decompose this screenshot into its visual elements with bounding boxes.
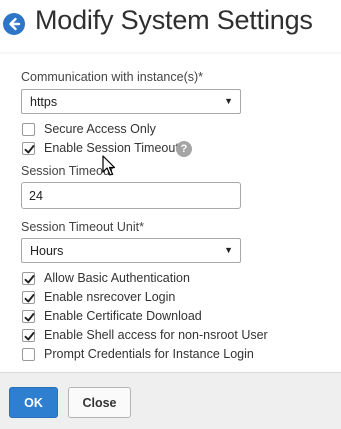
prompt-credentials-checkbox[interactable]	[22, 348, 35, 361]
secure-access-only-checkbox[interactable]	[22, 123, 35, 136]
dropdown-arrow-icon: ▼	[224, 96, 233, 106]
header-divider	[0, 52, 341, 55]
prompt-credentials-label: Prompt Credentials for Instance Login	[44, 347, 254, 361]
mouse-cursor-icon	[102, 155, 116, 176]
page-title: Modify System Settings	[35, 5, 313, 35]
session-timeout-label: Session Timeout	[21, 164, 114, 178]
enable-nsrecover-checkbox[interactable]	[22, 291, 35, 304]
communication-select[interactable]: https ▼	[21, 89, 241, 114]
back-arrow-icon[interactable]	[3, 13, 25, 35]
checkmark-icon	[24, 294, 35, 303]
session-timeout-unit-label: Session Timeout Unit*	[21, 220, 144, 234]
ok-button[interactable]: OK	[9, 387, 58, 418]
checkmark-icon	[24, 332, 35, 341]
enable-session-timeout-label: Enable Session Timeout	[44, 141, 179, 155]
checkmark-icon	[24, 145, 35, 154]
session-timeout-unit-select[interactable]: Hours ▼	[21, 238, 241, 263]
enable-shell-access-label: Enable Shell access for non-nsroot User	[44, 328, 268, 342]
secure-access-only-label: Secure Access Only	[44, 122, 156, 136]
enable-nsrecover-label: Enable nsrecover Login	[44, 290, 176, 304]
enable-cert-download-checkbox[interactable]	[22, 310, 35, 323]
dialog-footer: OK Close	[0, 372, 341, 429]
checkmark-icon	[24, 313, 35, 322]
session-timeout-unit-value: Hours	[30, 244, 64, 258]
checkmark-icon	[24, 275, 35, 284]
allow-basic-auth-checkbox[interactable]	[22, 272, 35, 285]
close-button[interactable]: Close	[68, 387, 131, 418]
allow-basic-auth-label: Allow Basic Authentication	[44, 271, 190, 285]
communication-select-value: https	[30, 95, 58, 109]
enable-session-timeout-checkbox[interactable]	[22, 142, 35, 155]
dialog-header: Modify System Settings	[0, 0, 341, 50]
help-icon[interactable]: ?	[176, 141, 192, 157]
session-timeout-input[interactable]	[21, 182, 241, 209]
communication-label: Communication with instance(s)*	[21, 70, 204, 84]
enable-cert-download-label: Enable Certificate Download	[44, 309, 202, 323]
enable-shell-access-checkbox[interactable]	[22, 329, 35, 342]
dropdown-arrow-icon: ▼	[224, 245, 233, 255]
